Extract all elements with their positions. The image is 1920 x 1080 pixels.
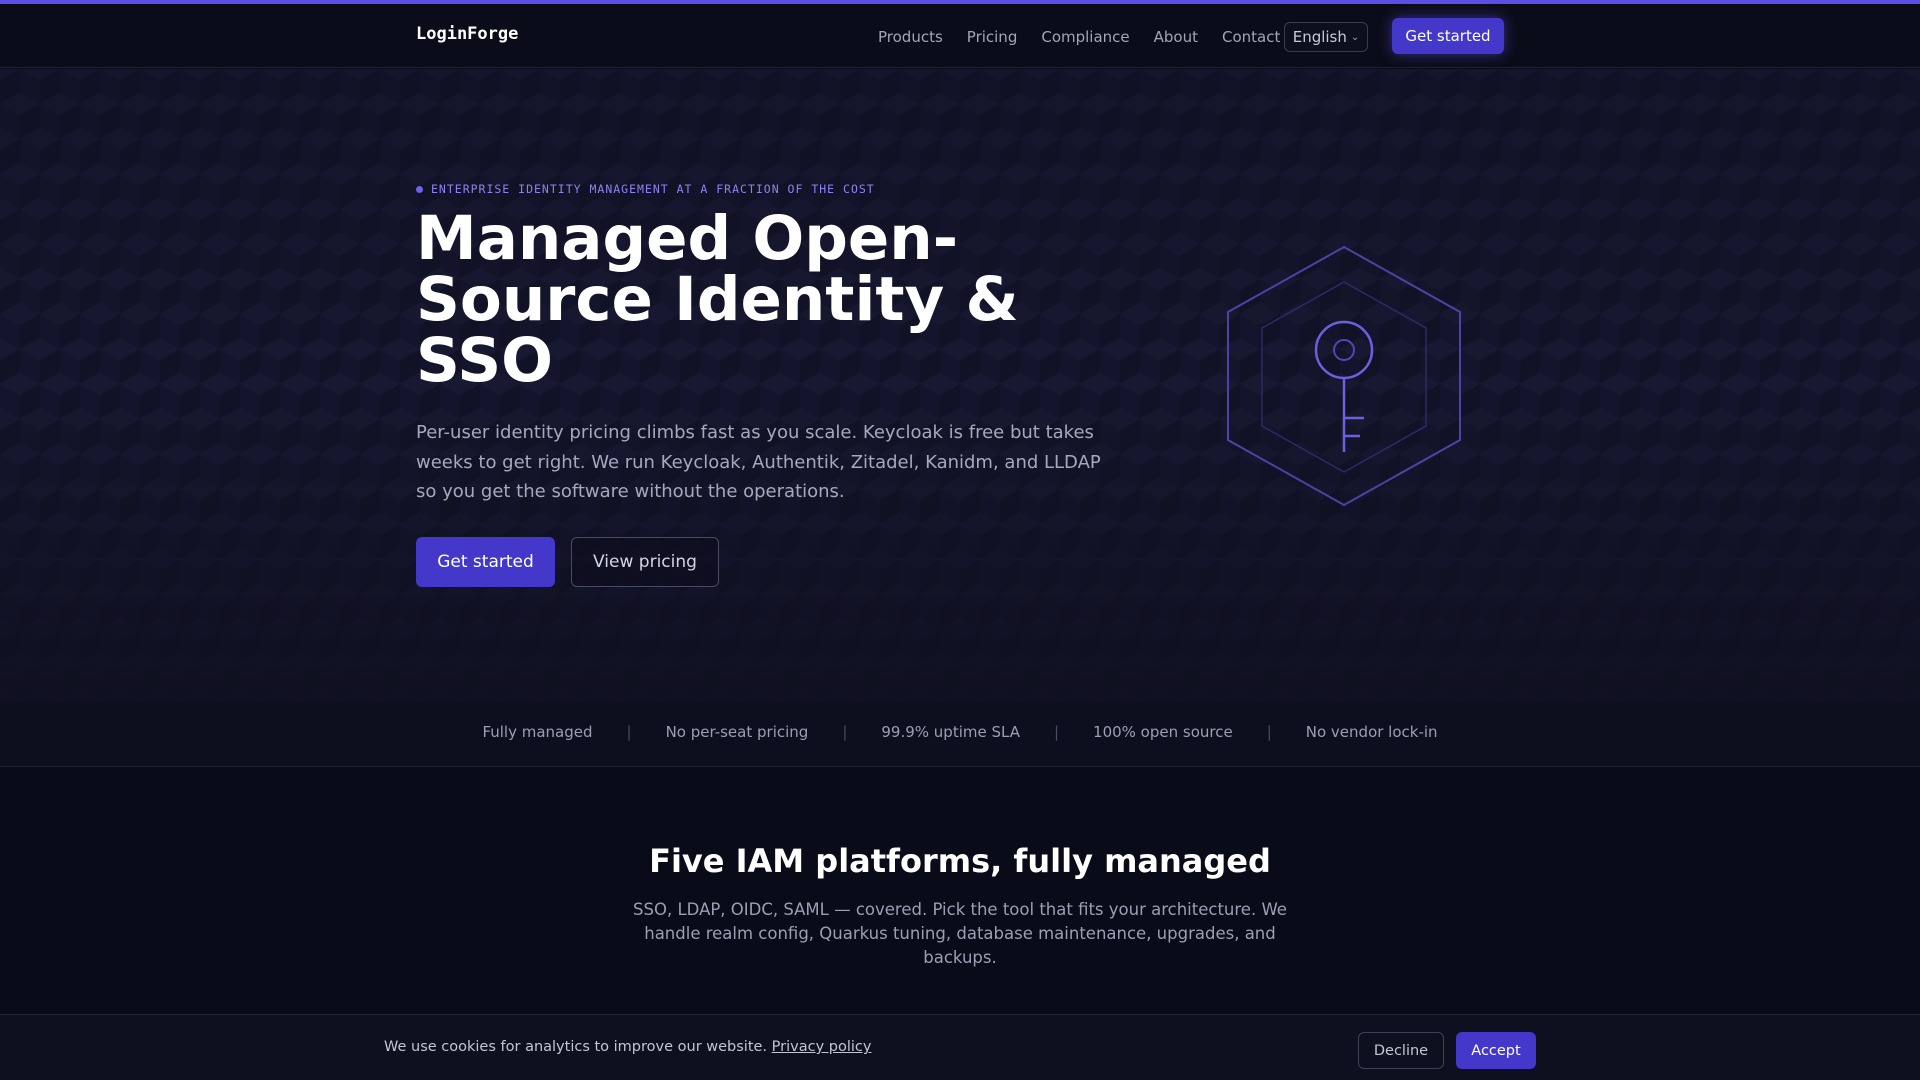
hero-title-line: SSO: [416, 325, 553, 396]
navbar: LoginForge Products Pricing Compliance A…: [0, 4, 1920, 68]
language-select-value: English: [1292, 28, 1347, 46]
nav-links: Products Pricing Compliance About Contac…: [878, 28, 1280, 46]
language-select[interactable]: English ⌄: [1284, 22, 1368, 52]
trust-item: Fully managed: [482, 723, 593, 741]
cookie-decline-button[interactable]: Decline: [1358, 1032, 1444, 1069]
hero-eyebrow-text: ENTERPRISE IDENTITY MANAGEMENT AT A FRAC…: [431, 182, 875, 196]
nav-get-started-button[interactable]: Get started: [1392, 18, 1504, 54]
cookie-banner-message: We use cookies for analytics to improve …: [384, 1039, 871, 1055]
hero-get-started-button[interactable]: Get started: [416, 537, 555, 587]
trust-item: 99.9% uptime SLA: [881, 723, 1020, 741]
nav-link-compliance[interactable]: Compliance: [1041, 28, 1129, 46]
trust-separator: |: [1266, 723, 1272, 741]
hero-title: Managed Open- Source Identity & SSO: [416, 208, 1036, 391]
trust-item: No per-seat pricing: [665, 723, 809, 741]
privacy-policy-link[interactable]: Privacy policy: [772, 1039, 872, 1055]
brand-logo[interactable]: LoginForge: [416, 24, 518, 44]
hero-eyebrow: ENTERPRISE IDENTITY MANAGEMENT AT A FRAC…: [416, 182, 875, 196]
eyebrow-dot-icon: [416, 185, 423, 193]
nav-link-about[interactable]: About: [1154, 28, 1198, 46]
trust-separator: |: [626, 723, 632, 741]
trust-item: No vendor lock-in: [1305, 723, 1438, 741]
trust-separator: |: [1053, 723, 1060, 741]
key-hexagon-icon: [1220, 240, 1470, 510]
nav-link-pricing[interactable]: Pricing: [967, 28, 1018, 46]
platforms-section-subtitle: SSO, LDAP, OIDC, SAML — covered. Pick th…: [633, 900, 1287, 967]
hero-subtitle: Per-user identity pricing climbs fast as…: [416, 422, 1101, 502]
platforms-section-title: Five IAM platforms, fully managed: [649, 842, 1271, 880]
hero-view-pricing-button[interactable]: View pricing: [571, 537, 719, 587]
cookie-banner: We use cookies for analytics to improve …: [0, 1014, 1920, 1080]
cookie-accept-button[interactable]: Accept: [1456, 1032, 1536, 1069]
nav-link-products[interactable]: Products: [878, 28, 943, 46]
cookie-banner-text: We use cookies for analytics to improve …: [384, 1039, 768, 1055]
trust-bar: Fully managed | No per-seat pricing | 99…: [0, 701, 1920, 767]
trust-item: 100% open source: [1093, 723, 1233, 741]
nav-link-contact[interactable]: Contact: [1222, 28, 1280, 46]
trust-items: Fully managed | No per-seat pricing | 99…: [0, 723, 1920, 741]
chevron-down-icon: ⌄: [1350, 31, 1360, 43]
trust-separator: |: [842, 723, 848, 741]
